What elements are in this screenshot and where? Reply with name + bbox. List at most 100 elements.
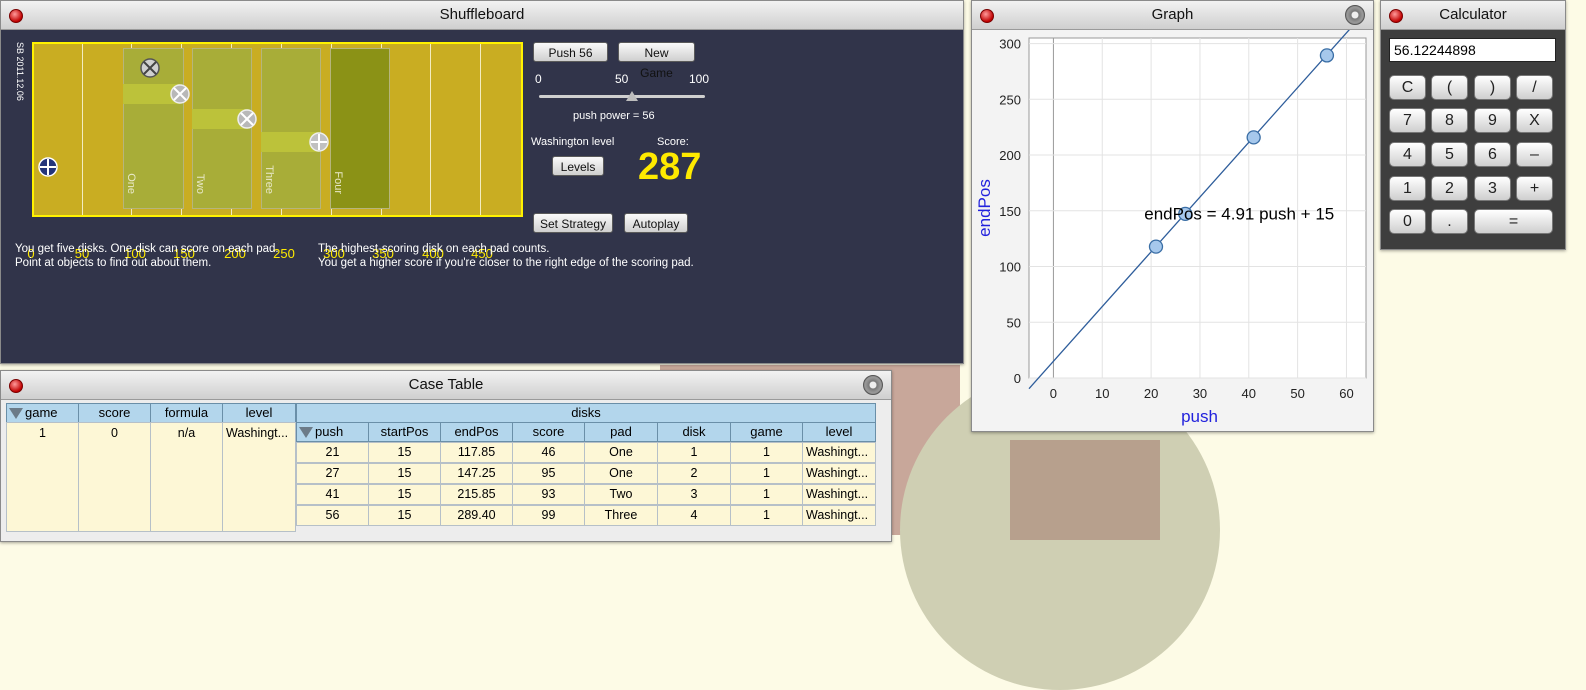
column-header-score[interactable]: score: [78, 403, 151, 423]
table-cell-endpos[interactable]: 117.85: [440, 442, 513, 463]
column-header-formula[interactable]: formula: [150, 403, 223, 423]
key-6[interactable]: 6: [1474, 142, 1511, 167]
table-cell-score[interactable]: 99: [512, 505, 585, 526]
close-icon[interactable]: [1389, 9, 1403, 23]
table-cell-level[interactable]: Washingt...: [802, 505, 876, 526]
collection-header-disks[interactable]: disks: [296, 403, 876, 423]
key-3[interactable]: 3: [1474, 176, 1511, 201]
key-1[interactable]: 1: [1389, 176, 1426, 201]
equation-label[interactable]: endPos = 4.91 push + 15: [1144, 205, 1334, 224]
disk-icon[interactable]: [309, 132, 329, 152]
graph-titlebar[interactable]: Graph: [972, 1, 1373, 30]
data-point[interactable]: [1148, 239, 1164, 254]
table-cell-push[interactable]: 56: [296, 505, 369, 526]
new-game-button[interactable]: New Game: [618, 42, 695, 80]
table-cell-score[interactable]: 93: [512, 484, 585, 505]
key-clear[interactable]: C: [1389, 75, 1426, 100]
table-cell-endpos[interactable]: 289.40: [440, 505, 513, 526]
table-cell-game[interactable]: 1: [730, 505, 803, 526]
column-header-push[interactable]: push: [296, 422, 369, 442]
table-cell-endpos[interactable]: 147.25: [440, 463, 513, 484]
column-header-level[interactable]: level: [222, 403, 296, 423]
push-button[interactable]: Push 56: [533, 42, 608, 62]
table-cell-level[interactable]: Washingt...: [802, 463, 876, 484]
parent-cell-score[interactable]: 0: [78, 422, 151, 532]
column-header-endpos[interactable]: endPos: [440, 422, 513, 442]
parent-cell-game[interactable]: 1: [6, 422, 79, 532]
column-header-game[interactable]: game: [6, 403, 79, 423]
scatter-plot[interactable]: 0 10 20 30 40 50 60 0 50 100 150 200 250 300 endPos = …: [972, 30, 1373, 430]
table-cell-score[interactable]: 95: [512, 463, 585, 484]
table-cell-pad[interactable]: Two: [584, 484, 658, 505]
disk-icon[interactable]: [140, 58, 160, 78]
key-7[interactable]: 7: [1389, 108, 1426, 133]
scoring-pad-three[interactable]: Three: [261, 48, 321, 209]
table-cell-startpos[interactable]: 15: [368, 505, 441, 526]
table-cell-disk[interactable]: 2: [657, 463, 731, 484]
key-equals[interactable]: =: [1474, 209, 1553, 234]
key-open-paren[interactable]: (: [1431, 75, 1468, 100]
disk-icon[interactable]: [170, 84, 190, 104]
table-cell-score[interactable]: 46: [512, 442, 585, 463]
disk-icon[interactable]: [237, 109, 257, 129]
data-point[interactable]: [1246, 130, 1261, 145]
table-cell-pad[interactable]: One: [584, 442, 658, 463]
table-cell-level[interactable]: Washingt...: [802, 484, 876, 505]
case-table-titlebar[interactable]: Case Table: [1, 371, 891, 400]
column-header-disk[interactable]: disk: [657, 422, 731, 442]
table-cell-pad[interactable]: One: [584, 463, 658, 484]
set-strategy-button[interactable]: Set Strategy: [533, 213, 613, 233]
table-cell-pad[interactable]: Three: [584, 505, 658, 526]
column-header-game[interactable]: game: [730, 422, 803, 442]
column-header-score[interactable]: score: [512, 422, 585, 442]
key-4[interactable]: 4: [1389, 142, 1426, 167]
key-plus[interactable]: +: [1516, 176, 1553, 201]
table-cell-push[interactable]: 41: [296, 484, 369, 505]
table-cell-game[interactable]: 1: [730, 442, 803, 463]
levels-button[interactable]: Levels: [552, 156, 604, 176]
slider-thumb[interactable]: [626, 91, 638, 101]
key-0[interactable]: 0: [1389, 209, 1426, 234]
table-cell-startpos[interactable]: 15: [368, 463, 441, 484]
table-cell-level[interactable]: Washingt...: [802, 442, 876, 463]
autoplay-button[interactable]: Autoplay: [624, 213, 688, 233]
table-cell-game[interactable]: 1: [730, 463, 803, 484]
key-close-paren[interactable]: ): [1474, 75, 1511, 100]
close-icon[interactable]: [9, 9, 23, 23]
parent-cell-level[interactable]: Washingt...: [222, 422, 296, 532]
key-2[interactable]: 2: [1431, 176, 1468, 201]
column-header-level[interactable]: level: [802, 422, 876, 442]
table-cell-push[interactable]: 27: [296, 463, 369, 484]
table-cell-endpos[interactable]: 215.85: [440, 484, 513, 505]
gear-icon[interactable]: [863, 375, 883, 395]
key-minus[interactable]: –: [1516, 142, 1553, 167]
column-header-startpos[interactable]: startPos: [368, 422, 441, 442]
table-cell-disk[interactable]: 3: [657, 484, 731, 505]
calculator-titlebar[interactable]: Calculator: [1381, 1, 1565, 30]
current-disk-icon[interactable]: [38, 157, 58, 177]
table-cell-game[interactable]: 1: [730, 484, 803, 505]
shuffleboard-court[interactable]: One Two Three Four: [32, 42, 523, 217]
shuffleboard-titlebar[interactable]: Shuffleboard: [1, 1, 963, 30]
calculator-display[interactable]: 56.12244898: [1389, 38, 1556, 62]
column-header-pad[interactable]: pad: [584, 422, 658, 442]
collapse-triangle-icon[interactable]: [9, 408, 23, 420]
collapse-triangle-icon[interactable]: [299, 427, 313, 439]
key-decimal[interactable]: .: [1431, 209, 1468, 234]
key-8[interactable]: 8: [1431, 108, 1468, 133]
key-multiply[interactable]: X: [1516, 108, 1553, 133]
push-power-slider[interactable]: [539, 95, 705, 98]
parent-cell-formula[interactable]: n/a: [150, 422, 223, 532]
data-point[interactable]: [1319, 48, 1335, 63]
table-cell-push[interactable]: 21: [296, 442, 369, 463]
key-divide[interactable]: /: [1516, 75, 1553, 100]
table-cell-disk[interactable]: 1: [657, 442, 731, 463]
close-icon[interactable]: [980, 9, 994, 23]
table-cell-disk[interactable]: 4: [657, 505, 731, 526]
table-cell-startpos[interactable]: 15: [368, 442, 441, 463]
scoring-pad-four[interactable]: Four: [330, 48, 390, 209]
key-9[interactable]: 9: [1474, 108, 1511, 133]
key-5[interactable]: 5: [1431, 142, 1468, 167]
table-cell-startpos[interactable]: 15: [368, 484, 441, 505]
gear-icon[interactable]: [1345, 5, 1365, 25]
